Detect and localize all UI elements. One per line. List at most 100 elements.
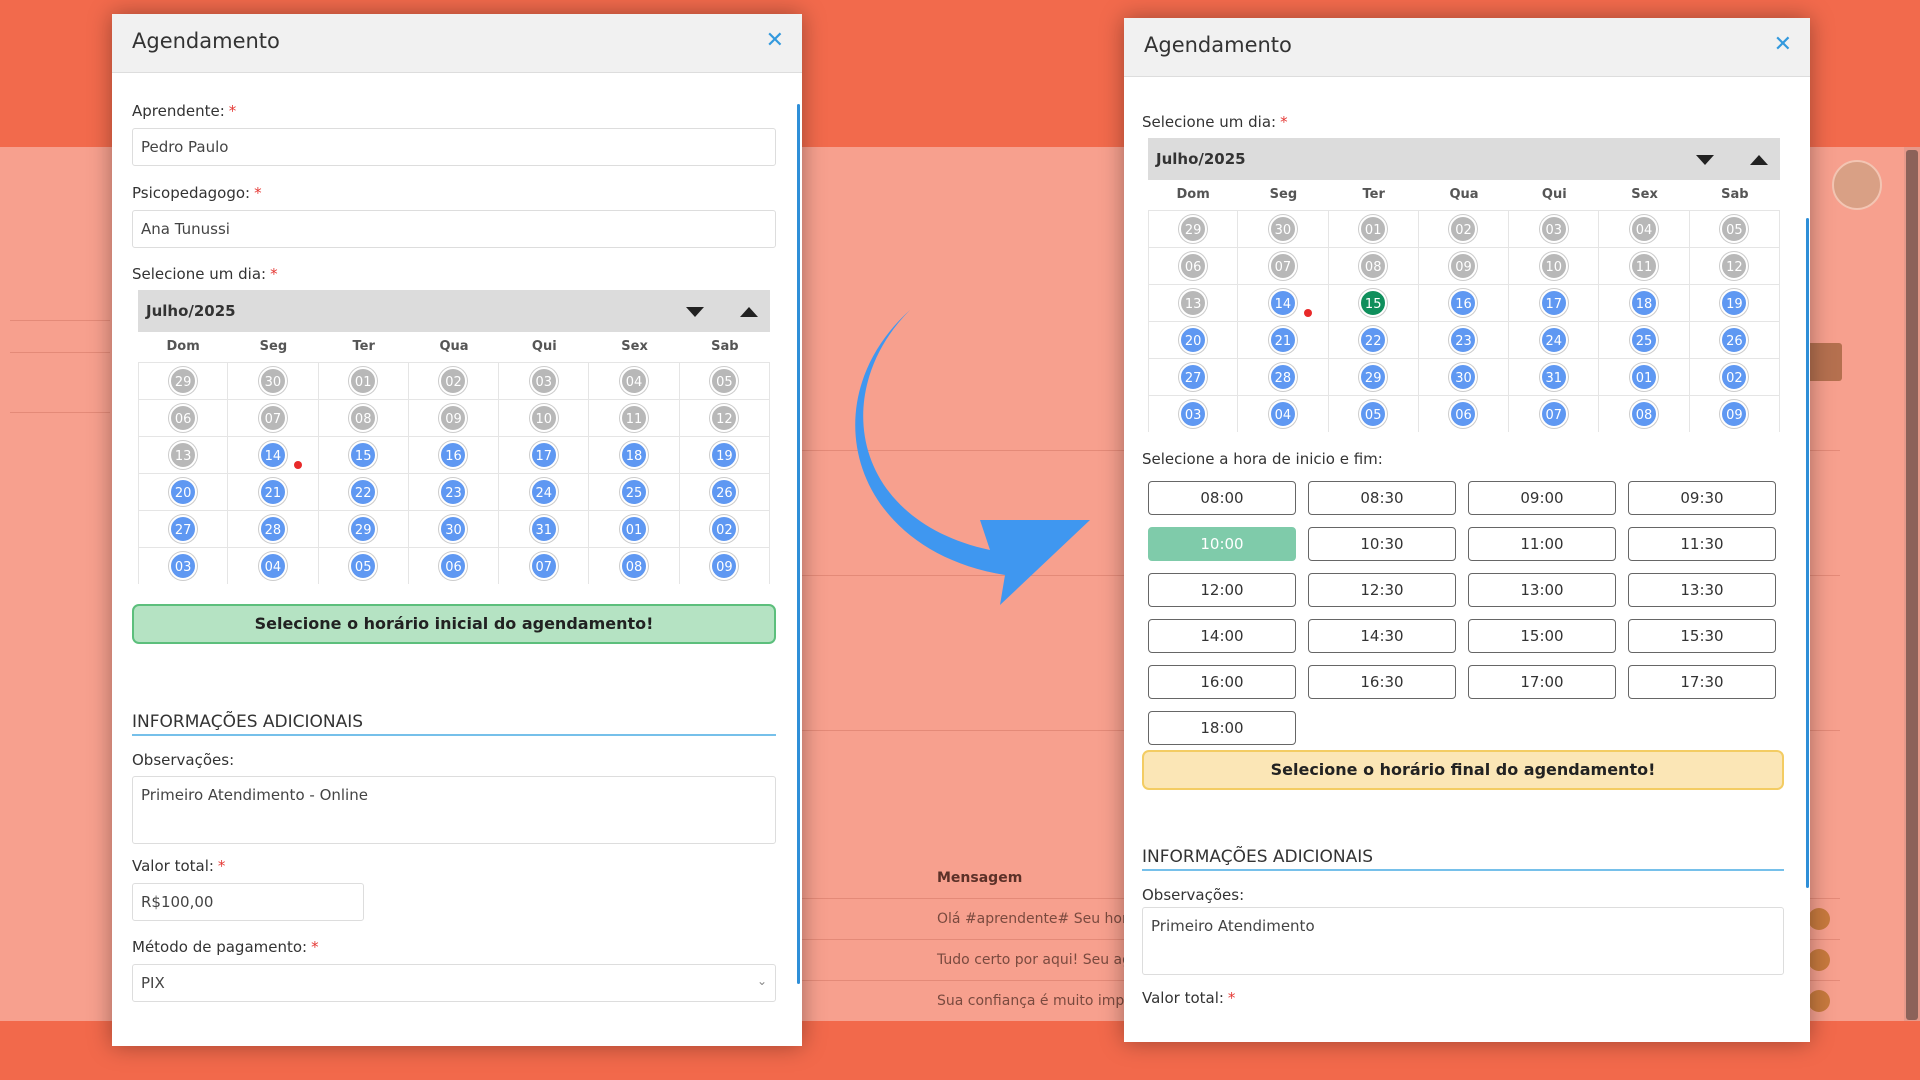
calendar-cell: 03 (1509, 210, 1600, 247)
chevron-up-icon[interactable] (1750, 155, 1768, 165)
time-slot-button[interactable]: 16:30 (1308, 665, 1456, 699)
time-slot-button[interactable]: 14:00 (1148, 619, 1296, 653)
time-slot-button[interactable]: 08:00 (1148, 481, 1296, 515)
time-slot-button[interactable]: 16:00 (1148, 665, 1296, 699)
calendar-day[interactable]: 08 (620, 552, 649, 580)
calendar-day[interactable]: 04 (1268, 400, 1297, 428)
time-slot-button[interactable]: 10:30 (1308, 527, 1456, 561)
calendar-day[interactable]: 07 (1539, 400, 1568, 428)
calendar-day[interactable]: 26 (1720, 326, 1749, 354)
time-slot-button[interactable]: 13:00 (1468, 573, 1616, 607)
calendar-cell: 07 (1509, 395, 1600, 432)
calendar-day[interactable]: 03 (169, 552, 198, 580)
calendar-day[interactable]: 04 (258, 552, 287, 580)
calendar-day[interactable]: 31 (1539, 363, 1568, 391)
page-scrollbar-thumb[interactable] (1906, 150, 1918, 1020)
calendar-day[interactable]: 24 (529, 478, 558, 506)
calendar-cell: 05 (679, 362, 770, 399)
calendar-day[interactable]: 18 (620, 441, 649, 469)
calendar-day[interactable]: 19 (1720, 289, 1749, 317)
calendar-day[interactable]: 27 (1179, 363, 1208, 391)
calendar-day[interactable]: 09 (710, 552, 739, 580)
calendar-day[interactable]: 20 (169, 478, 198, 506)
calendar-day[interactable]: 19 (710, 441, 739, 469)
calendar-day[interactable]: 06 (1449, 400, 1478, 428)
weekday-label: Sex (621, 339, 648, 354)
time-slot-button[interactable]: 11:00 (1468, 527, 1616, 561)
modal-scrollbar[interactable] (1806, 218, 1809, 888)
close-icon[interactable]: ✕ (766, 28, 784, 54)
modal-scrollbar[interactable] (797, 104, 800, 984)
calendar-day[interactable]: 29 (1359, 363, 1388, 391)
calendar-day[interactable]: 01 (620, 515, 649, 543)
time-slot-button[interactable]: 15:00 (1468, 619, 1616, 653)
time-slot-button[interactable]: 13:30 (1628, 573, 1776, 607)
time-slot-button[interactable]: 12:30 (1308, 573, 1456, 607)
calendar-day[interactable]: 28 (258, 515, 287, 543)
calendar-day[interactable]: 17 (1539, 289, 1568, 317)
calendar-day[interactable]: 29 (349, 515, 378, 543)
calendar-day[interactable]: 22 (1359, 326, 1388, 354)
calendar-day[interactable]: 15 (1359, 289, 1388, 317)
time-slot-button[interactable]: 11:30 (1628, 527, 1776, 561)
calendar-day[interactable]: 01 (1630, 363, 1659, 391)
calendar-day[interactable]: 20 (1179, 326, 1208, 354)
time-slot-button[interactable]: 17:00 (1468, 665, 1616, 699)
calendar-day[interactable]: 22 (349, 478, 378, 506)
calendar-day[interactable]: 27 (169, 515, 198, 543)
calendar-day[interactable]: 06 (439, 552, 468, 580)
chevron-up-icon[interactable] (740, 307, 758, 317)
calendar-day[interactable]: 08 (1630, 400, 1659, 428)
calendar-day[interactable]: 05 (349, 552, 378, 580)
calendar-day[interactable]: 21 (258, 478, 287, 506)
calendar-day: 08 (349, 404, 378, 432)
chevron-down-icon[interactable] (686, 307, 704, 317)
metodo-pagamento-select[interactable]: PIX ⌄ (132, 964, 776, 1002)
pencil-icon[interactable] (1808, 949, 1830, 971)
calendar-day[interactable]: 30 (439, 515, 468, 543)
calendar-day[interactable]: 09 (1720, 400, 1749, 428)
valor-total-field[interactable]: R$100,00 (132, 883, 364, 921)
observacoes-field[interactable]: Primeiro Atendimento (1142, 907, 1784, 975)
calendar-day[interactable]: 26 (710, 478, 739, 506)
observacoes-field[interactable]: Primeiro Atendimento - Online (132, 776, 776, 844)
time-slot-button[interactable]: 15:30 (1628, 619, 1776, 653)
calendar-day[interactable]: 15 (349, 441, 378, 469)
time-slot-button[interactable]: 10:00 (1148, 527, 1296, 561)
calendar-day[interactable]: 03 (1179, 400, 1208, 428)
time-slot-button[interactable]: 18:00 (1148, 711, 1296, 745)
calendar-day[interactable]: 24 (1539, 326, 1568, 354)
psicopedagogo-field[interactable]: Ana Tunussi (132, 210, 776, 248)
calendar-day[interactable]: 16 (1449, 289, 1478, 317)
calendar-day[interactable]: 30 (1449, 363, 1478, 391)
avatar[interactable] (1832, 160, 1882, 210)
calendar-day[interactable]: 02 (1720, 363, 1749, 391)
calendar-day[interactable]: 28 (1268, 363, 1297, 391)
calendar-day[interactable]: 25 (620, 478, 649, 506)
time-slot-button[interactable]: 17:30 (1628, 665, 1776, 699)
calendar-day[interactable]: 05 (1359, 400, 1388, 428)
calendar-day[interactable]: 21 (1268, 326, 1297, 354)
pencil-icon[interactable] (1808, 908, 1830, 930)
time-slot-button[interactable]: 14:30 (1308, 619, 1456, 653)
time-slot-button[interactable]: 12:00 (1148, 573, 1296, 607)
calendar-cell: 28 (228, 510, 319, 547)
pencil-icon[interactable] (1808, 990, 1830, 1012)
time-slot-button[interactable]: 09:30 (1628, 481, 1776, 515)
calendar-day[interactable]: 07 (529, 552, 558, 580)
calendar-day[interactable]: 31 (529, 515, 558, 543)
calendar-day[interactable]: 14 (1268, 289, 1297, 317)
calendar-day[interactable]: 23 (439, 478, 468, 506)
calendar-day[interactable]: 02 (710, 515, 739, 543)
close-icon[interactable]: ✕ (1774, 32, 1792, 58)
calendar-day[interactable]: 14 (258, 441, 287, 469)
calendar-day[interactable]: 25 (1630, 326, 1659, 354)
calendar-day[interactable]: 18 (1630, 289, 1659, 317)
calendar-day[interactable]: 23 (1449, 326, 1478, 354)
calendar-day[interactable]: 17 (529, 441, 558, 469)
chevron-down-icon[interactable] (1696, 155, 1714, 165)
time-slot-button[interactable]: 08:30 (1308, 481, 1456, 515)
calendar-day[interactable]: 16 (439, 441, 468, 469)
time-slot-button[interactable]: 09:00 (1468, 481, 1616, 515)
aprendente-field[interactable]: Pedro Paulo (132, 128, 776, 166)
